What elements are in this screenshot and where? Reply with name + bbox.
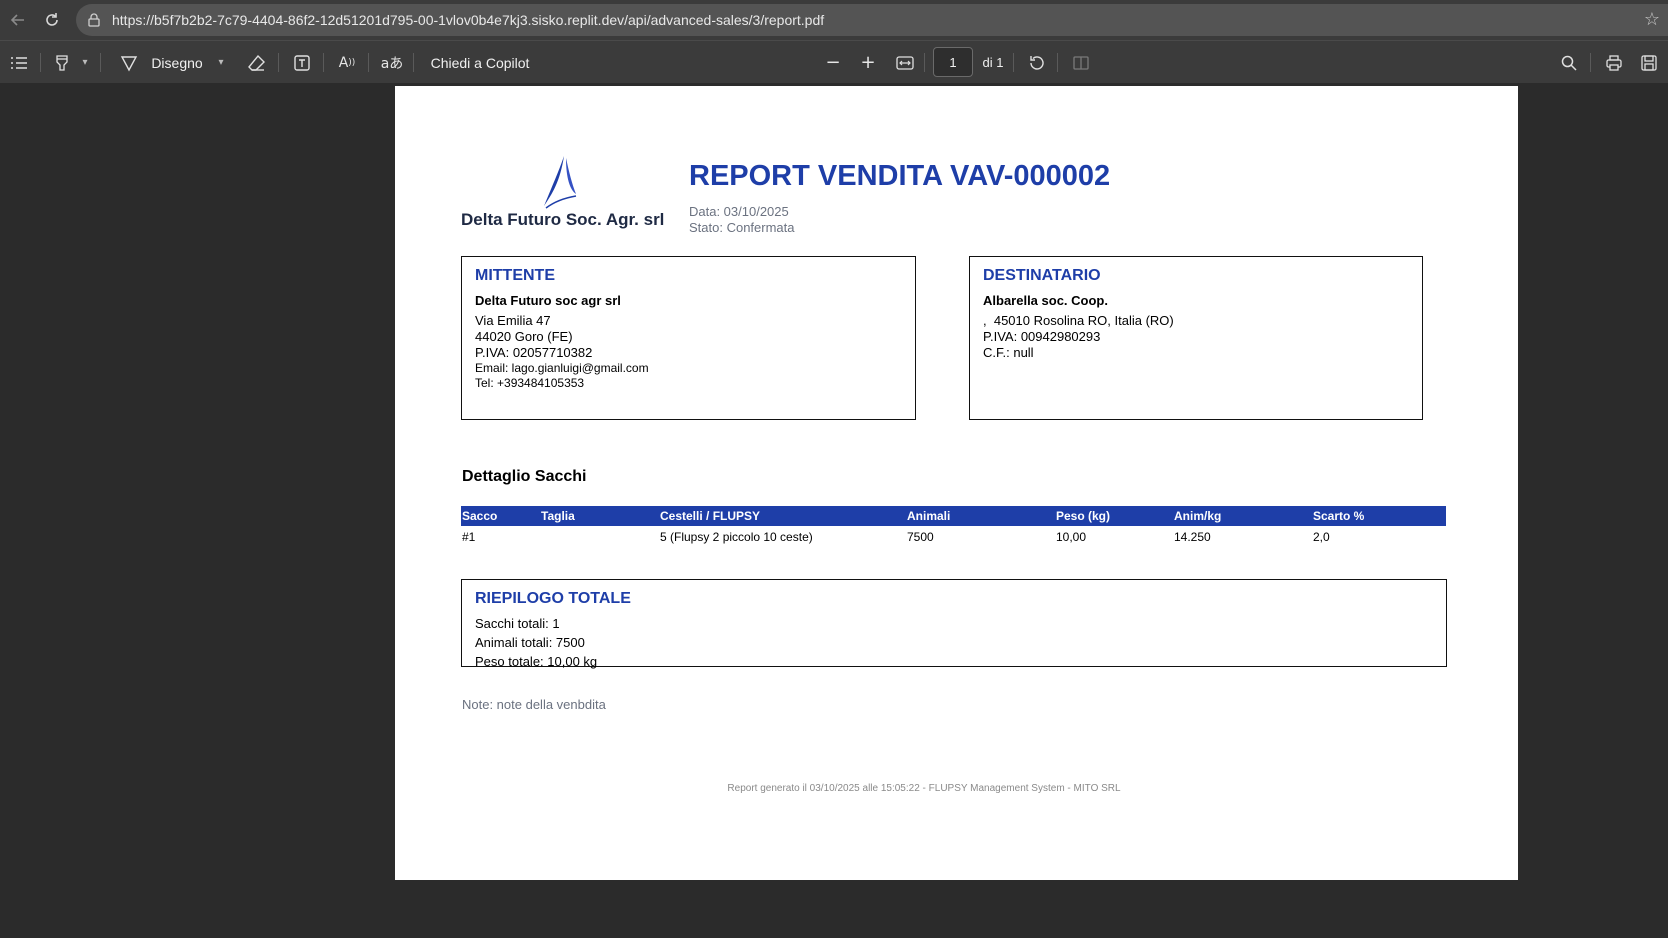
draw-icon[interactable] xyxy=(118,41,140,84)
column-header: Taglia xyxy=(540,506,659,526)
toolbar-divider xyxy=(40,53,41,72)
sail-logo-icon xyxy=(544,156,577,209)
table-cell: #1 xyxy=(462,530,476,544)
report-date: Data: 03/10/2025 xyxy=(689,204,789,219)
toolbar-divider xyxy=(1013,53,1014,72)
sender-details: Via Emilia 47 44020 Goro (FE) P.IVA: 020… xyxy=(475,313,649,391)
report-status: Stato: Confermata xyxy=(689,220,795,235)
sender-box: MITTENTE Delta Futuro soc agr srl Via Em… xyxy=(461,256,916,420)
report-title: REPORT VENDITA VAV-000002 xyxy=(689,160,1111,192)
column-header: Scarto % xyxy=(1312,506,1446,526)
column-header: Peso (kg) xyxy=(1055,506,1173,526)
toolbar-divider xyxy=(278,53,279,72)
print-icon[interactable] xyxy=(1603,41,1625,84)
star-icon[interactable]: ☆ xyxy=(1644,9,1660,30)
search-icon[interactable] xyxy=(1558,41,1580,84)
chevron-down-icon[interactable]: ▾ xyxy=(214,41,228,84)
sender-name: Delta Futuro soc agr srl xyxy=(475,293,621,308)
summary-box: RIEPILOGO TOTALE Sacchi totali: 1 Animal… xyxy=(461,579,1447,669)
sender-heading: MITTENTE xyxy=(475,267,555,284)
sender-address: Via Emilia 47 xyxy=(475,313,551,328)
page-view-icon[interactable] xyxy=(1070,41,1092,84)
toolbar-divider xyxy=(368,53,369,72)
recipient-box: DESTINATARIO Albarella soc. Coop. , 4501… xyxy=(969,256,1423,420)
summary-heading: RIEPILOGO TOTALE xyxy=(475,590,631,607)
lock-icon[interactable] xyxy=(86,12,102,28)
company-logo: Delta Futuro Soc. Agr. srl xyxy=(461,154,671,234)
browser-toolbar: https://b5f7b2b2-7c79-4404-86f2-12d51201… xyxy=(0,0,1668,40)
column-header: Cestelli / FLUPSY xyxy=(659,506,906,526)
summary-weight: Peso totale: 10,00 kg xyxy=(475,654,598,669)
url-text[interactable]: https://b5f7b2b2-7c79-4404-86f2-12d51201… xyxy=(112,12,824,28)
summary-bags: Sacchi totali: 1 xyxy=(475,616,560,631)
translate-icon[interactable]: aあ xyxy=(380,41,404,84)
recipient-name: Albarella soc. Coop. xyxy=(983,293,1108,308)
table-row: #1 5 (Flupsy 2 piccolo 10 ceste) 7500 10… xyxy=(461,526,1446,548)
sender-phone: Tel: +393484105353 xyxy=(475,376,585,390)
table-cell: 7500 xyxy=(907,530,934,544)
table-cell: 2,0 xyxy=(1313,530,1330,544)
column-header: Sacco xyxy=(461,506,540,526)
report-meta: Data: 03/10/2025 Stato: Confermata xyxy=(689,204,795,236)
text-box-icon[interactable] xyxy=(291,41,313,84)
sale-note: Note: note della venbdita xyxy=(462,697,606,712)
table-cell: 5 (Flupsy 2 piccolo 10 ceste) xyxy=(660,530,813,544)
table-cell: 10,00 xyxy=(1056,530,1087,544)
ask-copilot-button[interactable]: Chiedi a Copilot xyxy=(428,41,532,84)
toolbar-divider xyxy=(924,53,925,72)
summary-animals: Animali totali: 7500 xyxy=(475,635,585,650)
toolbar-divider xyxy=(1057,53,1058,72)
fit-width-icon[interactable] xyxy=(893,41,917,84)
recipient-vat: P.IVA: 00942980293 xyxy=(983,329,1101,344)
details-title: Dettaglio Sacchi xyxy=(462,468,587,485)
sender-vat: P.IVA: 02057710382 xyxy=(475,345,593,360)
highlight-icon[interactable] xyxy=(50,41,74,84)
toolbar-divider xyxy=(323,53,324,72)
sender-city: 44020 Goro (FE) xyxy=(475,329,573,344)
column-header: Animali xyxy=(906,506,1055,526)
table-cell xyxy=(540,526,659,548)
logo-company-name: Delta Futuro Soc. Agr. srl xyxy=(461,210,665,229)
save-icon[interactable] xyxy=(1638,41,1660,84)
reload-icon[interactable] xyxy=(40,8,64,32)
recipient-details: , 45010 Rosolina RO, Italia (RO) P.IVA: … xyxy=(983,313,1174,361)
column-header: Anim/kg xyxy=(1173,506,1312,526)
chevron-down-icon[interactable]: ▾ xyxy=(78,41,92,84)
back-arrow-icon[interactable] xyxy=(6,8,30,32)
recipient-heading: DESTINATARIO xyxy=(983,267,1101,284)
bags-table: Sacco Taglia Cestelli / FLUPSY Animali P… xyxy=(461,506,1446,548)
toolbar-divider xyxy=(100,53,101,72)
report-footer: Report generato il 03/10/2025 alle 15:05… xyxy=(727,783,1121,794)
read-aloud-icon[interactable]: A)) xyxy=(335,41,359,84)
eraser-icon[interactable] xyxy=(246,41,268,84)
page-number-input[interactable]: 1 xyxy=(933,47,973,77)
zoom-in-icon[interactable]: + xyxy=(857,41,879,84)
table-cell: 14.250 xyxy=(1174,530,1211,544)
pdf-page: Delta Futuro Soc. Agr. srl REPORT VENDIT… xyxy=(395,86,1518,880)
table-header-row: Sacco Taglia Cestelli / FLUPSY Animali P… xyxy=(461,506,1446,526)
toolbar-divider xyxy=(1590,53,1591,72)
zoom-out-icon[interactable]: − xyxy=(822,41,844,84)
sender-email: Email: lago.gianluigi@gmail.com xyxy=(475,361,649,375)
recipient-tax-code: C.F.: null xyxy=(983,345,1034,360)
page-total: di 1 xyxy=(982,55,1004,70)
contents-icon[interactable] xyxy=(8,41,30,84)
draw-button[interactable]: Disegno xyxy=(148,41,206,84)
pdf-toolbar: ▾ Disegno ▾ A)) aあ Chiedi a Copilot − + … xyxy=(0,40,1668,83)
recipient-address: , 45010 Rosolina RO, Italia (RO) xyxy=(983,313,1174,328)
rotate-icon[interactable] xyxy=(1026,41,1048,84)
address-bar[interactable]: https://b5f7b2b2-7c79-4404-86f2-12d51201… xyxy=(76,4,1668,36)
toolbar-divider xyxy=(413,53,414,72)
